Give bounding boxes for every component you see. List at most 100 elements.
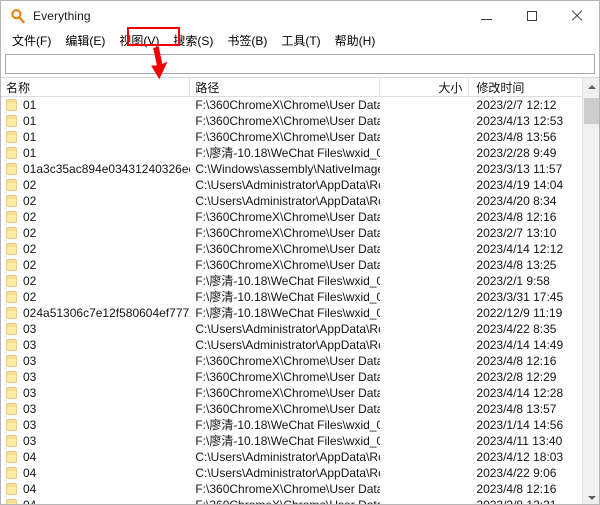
scroll-up-button[interactable]: [583, 78, 599, 95]
file-name-label: 03: [23, 434, 37, 448]
minimize-button[interactable]: [464, 1, 509, 31]
folder-icon: [6, 499, 17, 504]
column-header-size[interactable]: 大小: [380, 78, 470, 96]
file-name-label: 02: [23, 178, 37, 192]
cell-name: 03: [1, 337, 190, 353]
file-name-label: 04: [23, 498, 37, 505]
search-input[interactable]: [5, 54, 595, 74]
menu-item-bookmarks[interactable]: 书签(B): [220, 32, 274, 51]
table-row[interactable]: 03 F:\360ChromeX\Chrome\User Data\Defa...…: [1, 401, 582, 417]
table-row[interactable]: 03 F:\360ChromeX\Chrome\User Data\Defa...…: [1, 369, 582, 385]
magnifier-icon: [10, 8, 26, 24]
cell-date: 2023/4/13 12:53: [476, 114, 564, 128]
menu-item-file[interactable]: 文件(F): [5, 32, 58, 51]
column-header-date[interactable]: 修改时间: [469, 78, 582, 96]
file-name-label: 03: [23, 322, 37, 336]
table-row[interactable]: 01 F:\360ChromeX\Chrome\User Data\Defa...…: [1, 129, 582, 145]
table-row[interactable]: 04 F:\360ChromeX\Chrome\User Data\Defa...…: [1, 497, 582, 505]
cell-name: 01: [1, 113, 190, 129]
file-name-label: 03: [23, 402, 37, 416]
folder-icon: [6, 339, 17, 351]
cell-path: C:\Users\Administrator\AppData\Roamin...: [195, 466, 379, 480]
maximize-button[interactable]: [509, 1, 554, 31]
search-bar: [1, 52, 599, 77]
table-row[interactable]: 02 F:\360ChromeX\Chrome\User Data\Defa...…: [1, 241, 582, 257]
table-row[interactable]: 01 F:\廖清-10.18\WeChat Files\wxid_052h4x2.…: [1, 145, 582, 161]
menu-item-search[interactable]: 搜索(S): [166, 32, 220, 51]
table-row[interactable]: 02 F:\360ChromeX\Chrome\User Data\Defa...…: [1, 257, 582, 273]
column-header-name[interactable]: 名称: [1, 78, 191, 96]
scrollbar-thumb[interactable]: [584, 98, 599, 124]
cell-date: 2023/2/7 13:10: [476, 226, 557, 240]
table-row[interactable]: 04 C:\Users\Administrator\AppData\Roamin.…: [1, 465, 582, 481]
menu-item-view[interactable]: 视图(V): [112, 32, 166, 51]
table-row[interactable]: 02 F:\360ChromeX\Chrome\User Data\Defa...…: [1, 225, 582, 241]
table-row[interactable]: 024a51306c7e12f580604ef77723f877 F:\廖清-10…: [1, 305, 582, 321]
table-row[interactable]: 03 F:\廖清-10.18\WeChat Files\wxid_052h4x2.…: [1, 433, 582, 449]
cell-name: 02: [1, 209, 190, 225]
cell-date: 2023/3/13 11:57: [476, 162, 563, 176]
cell-path: F:\廖清-10.18\WeChat Files\wxid_052h4x2...: [195, 418, 379, 432]
window-title: Everything: [33, 9, 91, 23]
table-row[interactable]: 01a3c35ac894e03431240326ecfca933 C:\Windo…: [1, 161, 582, 177]
cell-date: 2023/4/14 12:12: [476, 242, 564, 256]
file-name-label: 01: [23, 130, 37, 144]
cell-date: 2022/12/9 11:19: [476, 306, 563, 320]
folder-icon: [6, 387, 17, 399]
cell-path: C:\Users\Administrator\AppData\Roamin...: [195, 322, 379, 336]
scroll-down-button[interactable]: [583, 489, 599, 504]
cell-path: C:\Users\Administrator\AppData\Roamin...: [195, 450, 379, 464]
table-row[interactable]: 04 C:\Users\Administrator\AppData\Roamin.…: [1, 449, 582, 465]
column-header-path[interactable]: 路径: [190, 78, 380, 96]
close-button[interactable]: [554, 1, 599, 31]
folder-icon: [6, 259, 17, 271]
file-name-label: 04: [23, 482, 37, 496]
cell-name: 01: [1, 129, 190, 145]
menu-item-tools[interactable]: 工具(T): [274, 32, 327, 51]
cell-name: 02: [1, 193, 190, 209]
table-row[interactable]: 03 F:\360ChromeX\Chrome\User Data\Defa...…: [1, 385, 582, 401]
folder-icon: [6, 307, 17, 319]
cell-date: 2023/4/14 14:49: [476, 338, 564, 352]
table-row[interactable]: 03 F:\360ChromeX\Chrome\User Data\Defa...…: [1, 353, 582, 369]
vertical-scrollbar[interactable]: [582, 78, 599, 504]
table-row[interactable]: 02 C:\Users\Administrator\AppData\Roamin.…: [1, 193, 582, 209]
cell-path: F:\廖清-10.18\WeChat Files\wxid_052h4x2...: [195, 290, 379, 304]
table-row[interactable]: 03 F:\廖清-10.18\WeChat Files\wxid_052h4x2.…: [1, 417, 582, 433]
table-row[interactable]: 03 C:\Users\Administrator\AppData\Roamin.…: [1, 321, 582, 337]
menu-bar: 文件(F) 编辑(E) 视图(V) 搜索(S) 书签(B) 工具(T) 帮助(H…: [1, 31, 599, 52]
table-row[interactable]: 02 F:\廖清-10.18\WeChat Files\wxid_052h4x2.…: [1, 289, 582, 305]
cell-date: 2023/4/8 12:16: [476, 210, 557, 224]
table-row[interactable]: 02 C:\Users\Administrator\AppData\Roamin.…: [1, 177, 582, 193]
cell-date: 2023/2/8 12:29: [476, 370, 557, 384]
cell-path: C:\Users\Administrator\AppData\Roamin...: [195, 194, 379, 208]
file-name-label: 02: [23, 226, 37, 240]
folder-icon: [6, 451, 17, 463]
file-name-label: 01: [23, 146, 37, 160]
cell-path: F:\360ChromeX\Chrome\User Data\Defa...: [195, 210, 379, 224]
file-name-label: 03: [23, 418, 37, 432]
cell-date: 2023/4/22 8:35: [476, 322, 557, 336]
cell-date: 2023/4/11 13:40: [476, 434, 563, 448]
cell-path: F:\360ChromeX\Chrome\User Data\Defa...: [195, 242, 379, 256]
cell-name: 02: [1, 225, 190, 241]
cell-name: 03: [1, 369, 190, 385]
menu-item-help[interactable]: 帮助(H): [328, 32, 383, 51]
table-row[interactable]: 02 F:\360ChromeX\Chrome\User Data\Defa...…: [1, 209, 582, 225]
cell-name: 03: [1, 385, 190, 401]
table-row[interactable]: 03 C:\Users\Administrator\AppData\Roamin.…: [1, 337, 582, 353]
file-name-label: 02: [23, 258, 37, 272]
table-row[interactable]: 04 F:\360ChromeX\Chrome\User Data\Defa...…: [1, 481, 582, 497]
folder-icon: [6, 275, 17, 287]
table-row[interactable]: 01 F:\360ChromeX\Chrome\User Data\Defa...…: [1, 97, 582, 113]
table-row[interactable]: 01 F:\360ChromeX\Chrome\User Data\Defa...…: [1, 113, 582, 129]
table-row[interactable]: 02 F:\廖清-10.18\WeChat Files\wxid_052h4x2.…: [1, 273, 582, 289]
folder-icon: [6, 131, 17, 143]
folder-icon: [6, 115, 17, 127]
cell-path: F:\360ChromeX\Chrome\User Data\Defa...: [195, 482, 379, 496]
cell-path: F:\360ChromeX\Chrome\User Data\Defa...: [195, 98, 379, 112]
menu-item-edit[interactable]: 编辑(E): [58, 32, 112, 51]
cell-date: 2023/4/14 12:28: [476, 386, 564, 400]
folder-icon: [6, 435, 17, 447]
file-name-label: 02: [23, 242, 37, 256]
